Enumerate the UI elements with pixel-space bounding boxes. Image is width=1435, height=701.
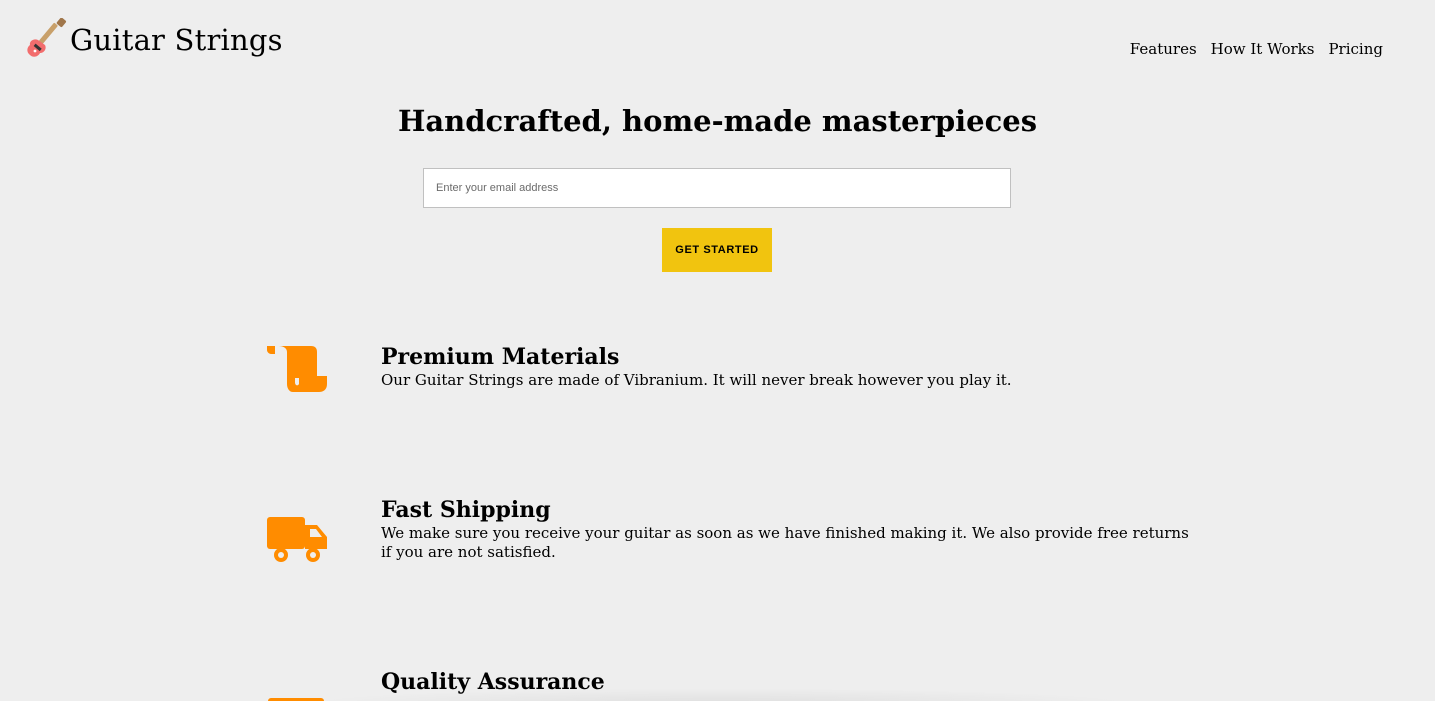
nav-link-how-it-works[interactable]: How It Works xyxy=(1211,40,1315,58)
brand-name: Guitar Strings xyxy=(70,22,283,57)
truck-icon xyxy=(267,517,327,562)
hero-title: Handcrafted, home-made masterpieces xyxy=(397,104,1038,138)
feature-title: Fast Shipping xyxy=(381,497,551,523)
page: Guitar Strings Features How It Works Pri… xyxy=(0,0,1435,701)
scroll-shadow xyxy=(300,688,1140,701)
guitar-icon xyxy=(27,18,67,57)
feature-description: We make sure you receive your guitar as … xyxy=(381,524,1189,561)
email-input[interactable] xyxy=(423,168,1011,208)
nav-link-features[interactable]: Features xyxy=(1130,40,1197,58)
nav-link-pricing[interactable]: Pricing xyxy=(1328,40,1383,58)
logo[interactable]: Guitar Strings xyxy=(24,18,283,62)
main-nav: Features How It Works Pricing xyxy=(1130,40,1383,58)
feature-title: Premium Materials xyxy=(381,344,620,370)
get-started-button[interactable]: GET STARTED xyxy=(662,228,772,272)
feature-description: Our Guitar Strings are made of Vibranium… xyxy=(381,371,1012,389)
site-header: Guitar Strings Features How It Works Pri… xyxy=(0,0,1435,96)
scroll-icon xyxy=(267,346,327,392)
